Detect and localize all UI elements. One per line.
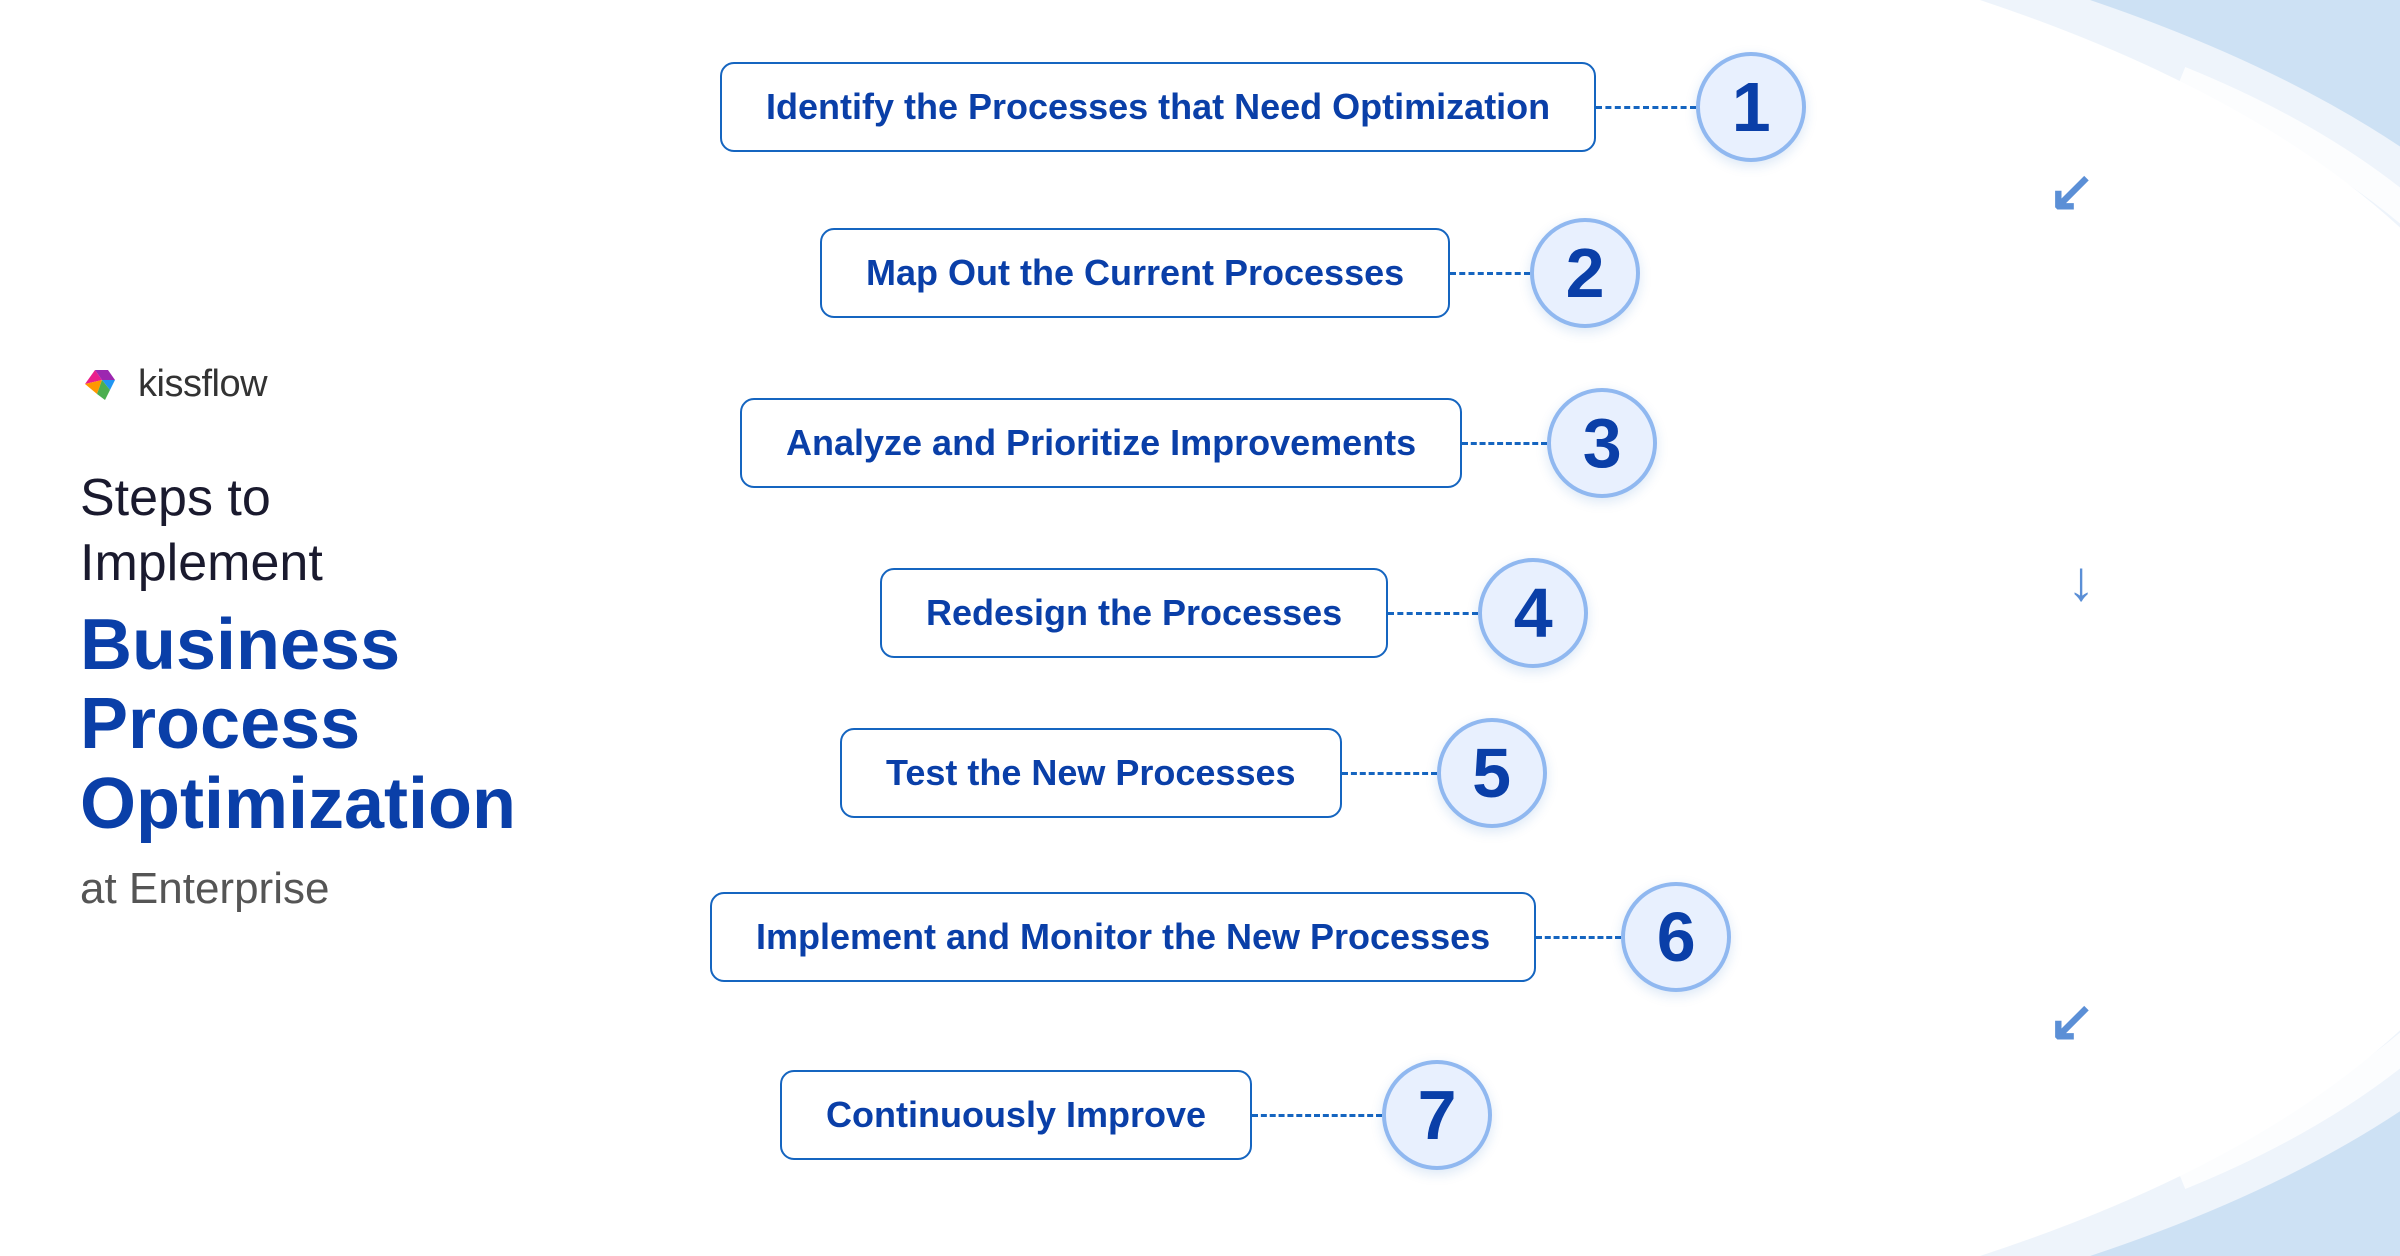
heading-at: at Enterprise [80,864,620,914]
step-row-3: Analyze and Prioritize Improvements 3 [740,388,1657,498]
logo-text: kissflow [138,363,267,406]
step-circle-6: 6 [1621,882,1731,992]
dashed-2 [1450,272,1530,275]
step-box-2: Map Out the Current Processes [820,228,1450,318]
step-row-4: Redesign the Processes 4 [880,558,1588,668]
step-box-4: Redesign the Processes [880,568,1388,658]
dashed-4 [1388,612,1478,615]
dashed-6 [1536,936,1621,939]
dashed-5 [1342,772,1437,775]
arrow-down-7: ↙ [2048,988,2095,1054]
step-circle-4: 4 [1478,558,1588,668]
main-container: kissflow Steps toImplement Business Proc… [0,0,2400,1256]
step-circle-3: 3 [1547,388,1657,498]
logo-area: kissflow [80,362,620,406]
dashed-7 [1252,1114,1382,1117]
step-box-3: Analyze and Prioritize Improvements [740,398,1462,488]
step-row-1: Identify the Processes that Need Optimiz… [720,52,1806,162]
step-row-6: Implement and Monitor the New Processes … [710,882,1731,992]
left-panel: kissflow Steps toImplement Business Proc… [0,0,680,1256]
step-box-6: Implement and Monitor the New Processes [710,892,1536,982]
step-circle-1: 1 [1696,52,1806,162]
dashed-3 [1462,442,1547,445]
step-circle-7: 7 [1382,1060,1492,1170]
kissflow-logo-icon [80,362,124,406]
step-circle-5: 5 [1437,718,1547,828]
arrow-down-1: ↙ [2048,158,2095,224]
step-circle-2: 2 [1530,218,1640,328]
arrow-down-4: ↓ [2067,548,2095,613]
step-box-7: Continuously Improve [780,1070,1252,1160]
dashed-1 [1596,106,1696,109]
right-panel: ↙ ↓ ↙ Identify the Processes that Need O… [680,0,2400,1256]
heading-subtitle: Steps toImplement [80,466,620,596]
step-box-5: Test the New Processes [840,728,1342,818]
step-row-7: Continuously Improve 7 [780,1060,1492,1170]
step-box-1: Identify the Processes that Need Optimiz… [720,62,1596,152]
step-row-5: Test the New Processes 5 [840,718,1547,828]
heading-title-bold: Business ProcessOptimization [80,606,620,844]
step-row-2: Map Out the Current Processes 2 [820,218,1640,328]
